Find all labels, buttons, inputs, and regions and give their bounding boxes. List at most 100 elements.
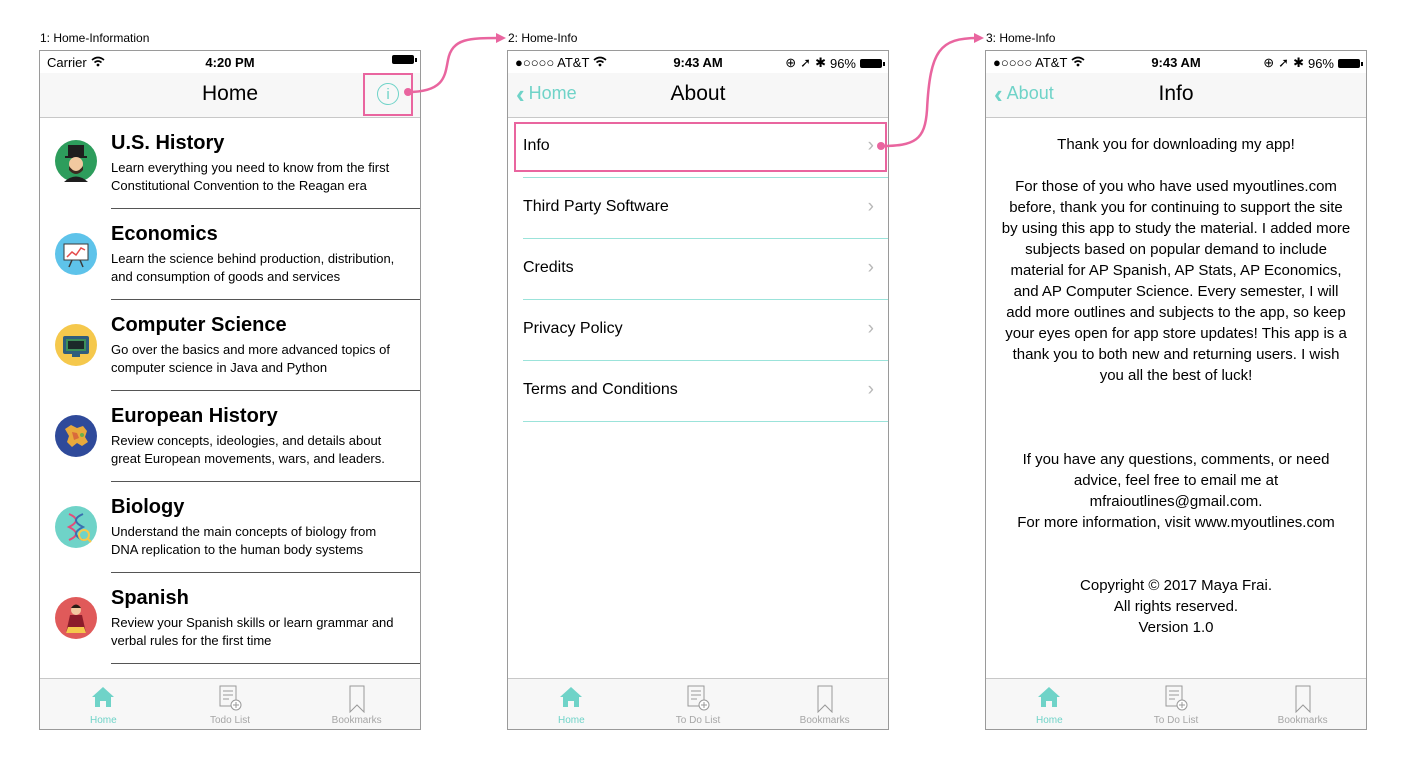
subject-title: Spanish bbox=[111, 587, 189, 609]
dna-icon bbox=[55, 506, 97, 548]
tab-bar: Home To Do List Bookmarks bbox=[986, 678, 1366, 729]
tab-home[interactable]: Home bbox=[40, 679, 167, 729]
flamenco-dancer-icon bbox=[55, 597, 97, 639]
status-time: 4:20 PM bbox=[205, 55, 255, 70]
status-bar: ●○○○○ AT&T 9:43 AM ⊕ ➚ ✱ 96% bbox=[508, 51, 888, 73]
battery-icon bbox=[1338, 58, 1363, 68]
subject-title: Biology bbox=[111, 496, 185, 518]
subject-description: Go over the basics and more advanced top… bbox=[111, 342, 390, 375]
chart-board-icon bbox=[55, 233, 97, 275]
subject-title: Computer Science bbox=[111, 314, 287, 336]
tab-bookmarks[interactable]: Bookmarks bbox=[761, 679, 888, 729]
subject-row-us-history[interactable]: U.S. History Learn everything you need t… bbox=[40, 118, 420, 209]
subject-description: Learn the science behind production, dis… bbox=[111, 251, 395, 284]
tab-bookmarks[interactable]: Bookmarks bbox=[293, 679, 420, 729]
computer-monitor-icon bbox=[55, 324, 97, 366]
nav-title: Info bbox=[1158, 82, 1194, 105]
phone-screen-about: ●○○○○ AT&T 9:43 AM ⊕ ➚ ✱ 96% ‹ Home Abou… bbox=[507, 50, 889, 730]
battery-icon bbox=[860, 58, 885, 68]
home-icon bbox=[508, 685, 635, 711]
screen-label-3: 3: Home-Info bbox=[986, 31, 1056, 45]
europe-map-icon bbox=[55, 415, 97, 457]
tab-bookmarks[interactable]: Bookmarks bbox=[1239, 679, 1366, 729]
screen-label-2: 2: Home-Info bbox=[508, 31, 578, 45]
info-body-text: Thank you for downloading my app! For th… bbox=[1001, 136, 1351, 636]
row-label: Third Party Software bbox=[523, 198, 669, 215]
nav-title: About bbox=[670, 82, 726, 105]
info-button-highlight: i bbox=[363, 73, 413, 116]
chevron-right-icon: › bbox=[867, 196, 874, 217]
tab-label: To Do List bbox=[1153, 715, 1199, 726]
lincoln-avatar-icon bbox=[55, 140, 97, 182]
nav-bar: ‹ About Info bbox=[986, 73, 1366, 118]
info-icon[interactable]: i bbox=[377, 83, 399, 105]
todo-list-icon bbox=[1113, 685, 1240, 711]
location-arrow-icon: ➚ bbox=[1278, 55, 1290, 70]
tab-label: Home bbox=[557, 715, 585, 726]
battery-percent: 96% bbox=[829, 55, 856, 71]
tab-label: Bookmarks bbox=[1277, 715, 1328, 726]
subject-row-european-history[interactable]: European History Review concepts, ideolo… bbox=[40, 391, 420, 482]
todo-list-icon bbox=[635, 685, 762, 711]
subject-title: European History bbox=[111, 405, 278, 427]
chevron-right-icon: › bbox=[867, 318, 874, 339]
home-icon bbox=[40, 685, 167, 711]
tab-bar: Home To Do List Bookmarks bbox=[508, 678, 888, 729]
nav-bar: Home i bbox=[40, 73, 420, 118]
subject-title: Economics bbox=[111, 223, 218, 245]
screen-label-1: 1: Home-Information bbox=[40, 31, 150, 45]
chevron-right-icon: › bbox=[867, 135, 874, 156]
battery-percent: 96% bbox=[1307, 55, 1334, 71]
bookmark-icon bbox=[1239, 685, 1366, 714]
tab-home[interactable]: Home bbox=[508, 679, 635, 729]
row-label: Terms and Conditions bbox=[523, 381, 678, 398]
row-divider bbox=[523, 421, 888, 422]
row-divider bbox=[111, 663, 420, 664]
chevron-right-icon: › bbox=[867, 257, 874, 278]
subject-title: U.S. History bbox=[111, 132, 225, 154]
subject-description: Learn everything you need to know from t… bbox=[111, 160, 390, 193]
settings-row-terms[interactable]: Terms and Conditions › bbox=[523, 361, 888, 422]
subject-description: Review your Spanish skills or learn gram… bbox=[111, 615, 394, 648]
bookmark-icon bbox=[761, 685, 888, 714]
status-bar: ●○○○○ AT&T 9:43 AM ⊕ ➚ ✱ 96% bbox=[986, 51, 1366, 73]
orientation-lock-icon: ⊕ bbox=[1263, 55, 1275, 70]
connector-2-to-3 bbox=[877, 33, 984, 150]
tab-label: Bookmarks bbox=[331, 715, 382, 726]
subject-row-economics[interactable]: Economics Learn the science behind produ… bbox=[40, 209, 420, 300]
subject-row-biology[interactable]: Biology Understand the main concepts of … bbox=[40, 482, 420, 573]
tab-todo-list[interactable]: Todo List bbox=[167, 679, 294, 729]
bookmark-icon bbox=[293, 685, 420, 714]
battery-icon bbox=[392, 55, 417, 64]
tab-todo-list[interactable]: To Do List bbox=[635, 679, 762, 729]
bluetooth-icon: ✱ bbox=[815, 55, 826, 70]
tab-label: Home bbox=[1035, 715, 1063, 726]
tab-home[interactable]: Home bbox=[986, 679, 1113, 729]
bluetooth-icon: ✱ bbox=[1293, 55, 1304, 70]
tab-label: To Do List bbox=[675, 715, 721, 726]
chevron-right-icon: › bbox=[867, 379, 874, 400]
tab-todo-list[interactable]: To Do List bbox=[1113, 679, 1240, 729]
row-label: Credits bbox=[523, 259, 574, 276]
nav-bar: ‹ Home About bbox=[508, 73, 888, 118]
settings-row-info[interactable]: Info › bbox=[523, 117, 888, 178]
settings-row-credits[interactable]: Credits › bbox=[523, 239, 888, 300]
settings-row-privacy[interactable]: Privacy Policy › bbox=[523, 300, 888, 361]
tab-label: Bookmarks bbox=[799, 715, 850, 726]
subject-row-computer-science[interactable]: Computer Science Go over the basics and … bbox=[40, 300, 420, 391]
status-bar: Carrier 4:20 PM bbox=[40, 51, 420, 73]
settings-row-third-party[interactable]: Third Party Software › bbox=[523, 178, 888, 239]
orientation-lock-icon: ⊕ bbox=[785, 55, 797, 70]
subject-description: Review concepts, ideologies, and details… bbox=[111, 433, 385, 466]
location-arrow-icon: ➚ bbox=[800, 55, 812, 70]
todo-list-icon bbox=[167, 685, 294, 711]
phone-screen-info: ●○○○○ AT&T 9:43 AM ⊕ ➚ ✱ 96% ‹ About Inf… bbox=[985, 50, 1367, 730]
row-label: Info bbox=[523, 137, 550, 154]
phone-screen-home: Carrier 4:20 PM Home i U.S. History Lear… bbox=[39, 50, 421, 730]
tab-label: Home bbox=[89, 715, 117, 726]
tab-label: Todo List bbox=[209, 715, 251, 726]
home-icon bbox=[986, 685, 1113, 711]
tab-bar: Home Todo List Bookmarks bbox=[40, 678, 420, 729]
row-label: Privacy Policy bbox=[523, 320, 623, 337]
subject-row-spanish[interactable]: Spanish Review your Spanish skills or le… bbox=[40, 573, 420, 664]
